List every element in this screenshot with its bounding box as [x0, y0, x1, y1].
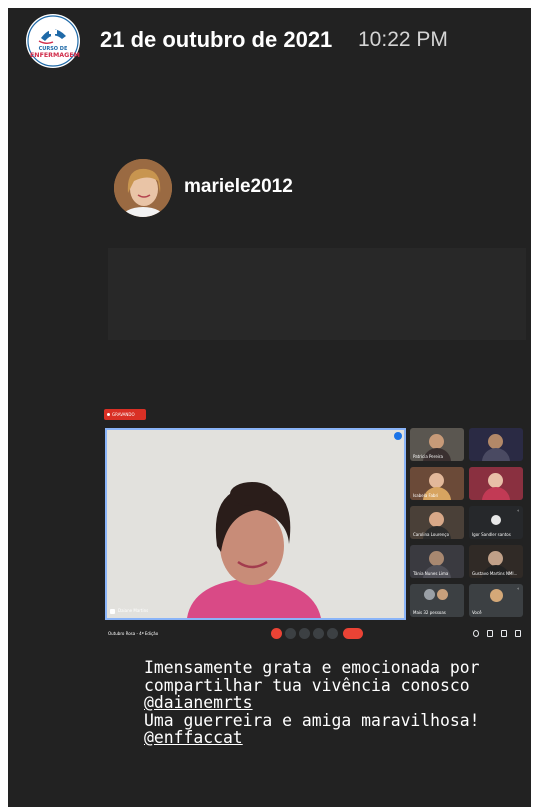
participant-name: Carolina Lourenço	[413, 532, 450, 537]
self-label: Você	[472, 610, 482, 615]
post-time: 10:22 PM	[358, 28, 448, 51]
story-caption: Imensamente grata e emocionada por compa…	[144, 659, 480, 747]
mic-icon	[110, 609, 115, 614]
muted-icon: ⚬	[516, 586, 520, 591]
avatar[interactable]	[114, 159, 172, 217]
raise-hand-icon[interactable]	[299, 628, 310, 639]
participant-tile[interactable]: ⚬ Você	[469, 584, 523, 617]
nurse-cap-icon	[27, 15, 79, 67]
participant-tile[interactable]: Mais 32 pessoas	[410, 584, 464, 617]
participant-name: Igor Sandler santos	[472, 532, 511, 537]
caption-line: Imensamente grata e emocionada por	[144, 658, 480, 677]
muted-icon: ⚬	[516, 508, 520, 513]
recording-badge: GRAVANDO	[104, 409, 146, 420]
more-participants-label: Mais 32 pessoas	[413, 610, 446, 615]
participant-face	[488, 434, 503, 449]
main-video[interactable]: Daiane Martins	[105, 428, 406, 620]
post-date: 21 de outubro de 2021	[100, 27, 333, 52]
profile-photo	[114, 159, 172, 217]
participant-tile[interactable]	[469, 428, 523, 461]
logo-line2: ENFERMAGEM	[30, 52, 80, 59]
participant-tile[interactable]: ⚬ Igor Sandler santos	[469, 506, 523, 539]
end-call-button[interactable]	[343, 628, 363, 639]
main-speaker-name: Daiane Martins	[118, 608, 149, 613]
meeting-title: Outubro Rosa - 4ª Edição	[108, 631, 159, 636]
camera-icon[interactable]	[285, 628, 296, 639]
participant-face	[429, 434, 444, 449]
participant-tile[interactable]: Gustavo Martins NMI...	[469, 545, 523, 578]
participant-avatar-icon	[424, 589, 435, 600]
participant-face	[488, 551, 503, 566]
story-header: CURSO DE ENFERMAGEM 21 de outubro de 202…	[8, 8, 531, 72]
more-options-icon[interactable]	[327, 628, 338, 639]
mention-link[interactable]: @enffaccat	[144, 729, 480, 747]
meeting-control-bar: Outubro Rosa - 4ª Edição	[105, 626, 523, 642]
caption-line: compartilhar tua vivência conosco	[144, 675, 470, 695]
info-icon[interactable]	[473, 630, 479, 637]
participant-face	[429, 512, 444, 527]
chat-icon[interactable]	[501, 630, 507, 637]
participant-face	[488, 473, 503, 488]
present-icon[interactable]	[313, 628, 324, 639]
speaking-indicator-icon	[394, 432, 402, 440]
mic-off-icon[interactable]	[271, 628, 282, 639]
username[interactable]: mariele2012	[184, 176, 293, 198]
participant-name: Isabela Fabri	[413, 493, 439, 498]
participant-avatar-icon	[437, 589, 448, 600]
participant-tile[interactable]: Patrícia Pereira	[410, 428, 464, 461]
participant-name: Tânia Nunes Lima	[413, 571, 449, 576]
participant-tile[interactable]	[469, 467, 523, 500]
participant-face	[429, 473, 444, 488]
people-icon[interactable]	[487, 630, 493, 637]
participant-avatar-icon	[491, 515, 501, 525]
activities-icon[interactable]	[515, 630, 521, 637]
participant-name: Patrícia Pereira	[413, 454, 443, 459]
mention-link[interactable]: @daianemrts	[144, 694, 480, 712]
participant-tile[interactable]: Carolina Lourenço	[410, 506, 464, 539]
story-frame: CURSO DE ENFERMAGEM 21 de outubro de 202…	[8, 8, 531, 807]
participant-tile[interactable]: Tânia Nunes Lima	[410, 545, 464, 578]
background-shade	[108, 248, 526, 340]
account-logo[interactable]: CURSO DE ENFERMAGEM	[26, 14, 80, 68]
main-speaker-feed	[107, 430, 404, 618]
caption-line: Uma guerreira e amiga maravilhosa!	[144, 710, 480, 730]
participant-face	[429, 551, 444, 566]
participant-name: Gustavo Martins NMI...	[472, 571, 518, 576]
participant-avatar-icon	[490, 589, 503, 602]
participant-tile[interactable]: Isabela Fabri	[410, 467, 464, 500]
